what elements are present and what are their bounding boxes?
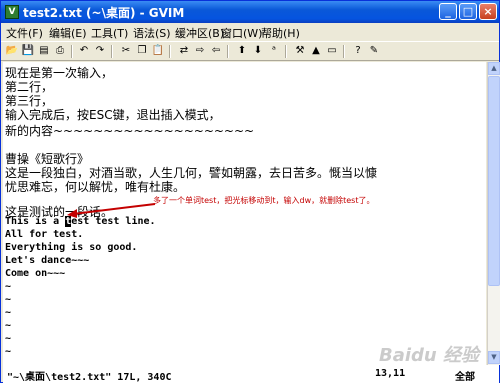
title-bar[interactable]: V test2.txt (~\桌面) - GVIM _ □ × (1, 1, 499, 23)
empty-line-marker: ~ (5, 333, 12, 344)
code-line: Everything is so good. (5, 242, 138, 253)
watermark: Baidu 经验 (379, 345, 480, 366)
close-button[interactable]: × (479, 3, 497, 20)
status-line: "~\桌面\test2.txt" 17L, 340C 13,11 全部 (3, 365, 499, 383)
find-replace-icon[interactable]: ⇄ (177, 44, 191, 58)
vertical-scrollbar[interactable]: ▲ ▼ (487, 62, 500, 365)
find-next-icon[interactable]: ⇨ (193, 44, 207, 58)
print-icon[interactable]: ⎙ (53, 44, 67, 58)
ctags-icon[interactable]: ▭ (325, 44, 339, 58)
empty-line-marker: ~ (5, 281, 12, 292)
menu-edit[interactable]: 编辑(E) (49, 25, 87, 41)
annotation-note: 多了一个单词test，把光标移动到t，输入dw，就删除test了。 (153, 196, 375, 205)
copy-icon[interactable]: ❐ (135, 44, 149, 58)
annotation-arrow (67, 203, 156, 218)
menu-syntax[interactable]: 语法(S) (133, 25, 171, 41)
cut-icon[interactable]: ✂ (119, 44, 133, 58)
save-session-icon[interactable]: ⬇ (251, 44, 265, 58)
redo-icon[interactable]: ↷ (93, 44, 107, 58)
save-icon[interactable]: 💾 (21, 44, 35, 58)
find-prev-icon[interactable]: ⇦ (209, 44, 223, 58)
cursor-position: 13,11 (375, 368, 406, 379)
code-line: All for test. (5, 229, 84, 240)
scroll-thumb[interactable] (488, 76, 500, 286)
window-title: test2.txt (~\桌面) - GVIM (23, 6, 185, 20)
text-line: 输入完成后，按ESC键，退出插入模式， (5, 108, 221, 122)
scroll-down-button[interactable]: ▼ (488, 351, 500, 364)
scroll-up-button[interactable]: ▲ (488, 62, 500, 75)
toolbar: 📂 💾 ▤ ⎙ ↶ ↷ ✂ ❐ 📋 ⇄ ⇨ ⇦ ⬆ ⬇ ᵃ ⚒ ▲ ▭ ? ✎ (1, 41, 499, 61)
text-line: 新的内容~~~~~~~~~~~~~~~~~~~~ (5, 124, 255, 138)
code-line: Let's dance~~~ (5, 255, 90, 266)
empty-line-marker: ~ (5, 307, 12, 318)
empty-line-marker: ~ (5, 320, 12, 331)
minimize-button[interactable]: _ (439, 3, 457, 20)
gvim-window: V test2.txt (~\桌面) - GVIM _ □ × 文件(F) 编辑… (0, 0, 500, 383)
vim-app-icon: V (5, 5, 19, 19)
paste-icon[interactable]: 📋 (151, 44, 165, 58)
help-icon[interactable]: ? (351, 44, 365, 58)
open-icon[interactable]: 📂 (5, 44, 19, 58)
text-line: 忧思难忘，何以解忧，唯有杜康。 (5, 180, 186, 194)
scroll-position: 全部 (455, 372, 475, 383)
save-all-icon[interactable]: ▤ (37, 44, 51, 58)
empty-line-marker: ~ (5, 294, 12, 305)
load-session-icon[interactable]: ⬆ (235, 44, 249, 58)
maximize-button[interactable]: □ (459, 3, 477, 20)
run-script-icon[interactable]: ᵃ (267, 44, 281, 58)
menu-tools[interactable]: 工具(T) (91, 25, 128, 41)
make-icon[interactable]: ⚒ (293, 44, 307, 58)
code-line: Come on~~~ (5, 268, 66, 279)
shell-icon[interactable]: ▲ (309, 44, 323, 58)
text-editor-area[interactable]: 现在是第一次输入， 第二行， 第三行， 输入完成后，按ESC键，退出插入模式， … (3, 62, 486, 365)
menu-help[interactable]: 帮助(H) (261, 25, 300, 41)
undo-icon[interactable]: ↶ (77, 44, 91, 58)
menu-buffers[interactable]: 缓冲区(B) (175, 25, 224, 41)
menu-window[interactable]: 窗口(W) (221, 25, 262, 41)
file-info: "~\桌面\test2.txt" 17L, 340C (7, 372, 172, 383)
empty-line-marker: ~ (5, 346, 12, 357)
find-help-icon[interactable]: ✎ (367, 44, 381, 58)
menu-bar: 文件(F) 编辑(E) 工具(T) 语法(S) 缓冲区(B) 窗口(W) 帮助(… (1, 23, 499, 41)
menu-file[interactable]: 文件(F) (6, 25, 43, 41)
